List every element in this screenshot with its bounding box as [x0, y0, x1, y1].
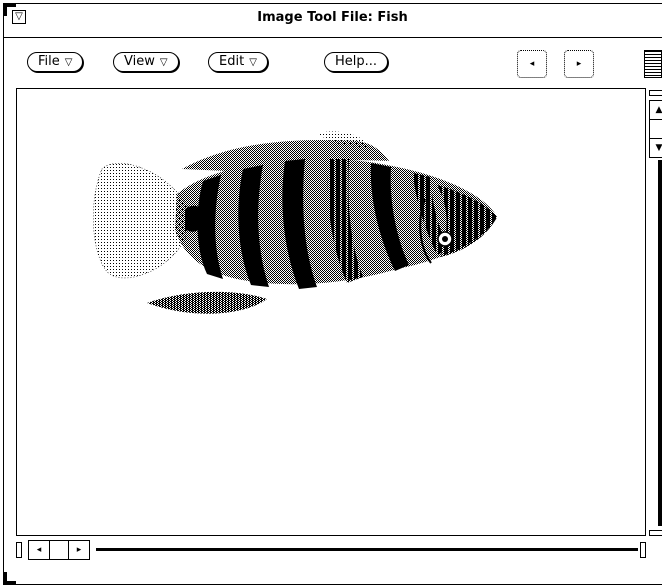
right-arrow-icon: ▸: [576, 59, 582, 69]
window-title: Image Tool File: Fish: [257, 10, 408, 25]
window-corner-bottom-left[interactable]: [4, 572, 16, 584]
previous-page-button[interactable]: ◂: [517, 50, 547, 78]
left-arrow-icon: ◂: [529, 59, 535, 69]
scrollbar-bottom-cable-anchor[interactable]: [649, 530, 662, 536]
scrollbar-right-cable-anchor[interactable]: [640, 542, 646, 558]
menu-triangle-icon: ▽: [159, 57, 168, 68]
vertical-scroll-elevator[interactable]: ▲ ▼: [649, 100, 662, 158]
view-menu-button[interactable]: View ▽: [113, 52, 179, 72]
vertical-scroll-cable[interactable]: [658, 160, 662, 526]
help-label: Help...: [335, 54, 378, 69]
image-tool-window: ▽ Image Tool File: Fish File ▽ View ▽ Edit…: [3, 3, 662, 585]
pane-resize-icon[interactable]: [644, 50, 662, 78]
menu-triangle-icon: ▽: [249, 57, 257, 68]
fish-image: [92, 131, 497, 314]
next-page-button[interactable]: ▸: [564, 50, 594, 78]
scroll-up-icon[interactable]: ▲: [650, 101, 662, 119]
help-button[interactable]: Help...: [324, 52, 389, 72]
edit-menu-button[interactable]: Edit ▽: [208, 52, 268, 72]
vertical-scrollbar[interactable]: ▲ ▼: [649, 90, 662, 536]
title-divider: [4, 37, 662, 38]
image-canvas[interactable]: [16, 88, 646, 536]
edit-menu-label: Edit: [219, 54, 245, 69]
scroll-left-icon[interactable]: ◂: [29, 541, 49, 559]
vertical-drag-area[interactable]: [650, 119, 662, 139]
file-menu-label: File: [38, 54, 60, 69]
scroll-right-icon[interactable]: ▸: [69, 541, 89, 559]
file-menu-button[interactable]: File ▽: [27, 52, 84, 72]
scrollbar-top-cable-anchor[interactable]: [649, 90, 662, 96]
menu-triangle-icon: ▽: [64, 57, 73, 68]
scroll-down-icon[interactable]: ▼: [650, 139, 662, 157]
view-menu-label: View: [124, 54, 155, 69]
title-bar[interactable]: ▽ Image Tool File: Fish: [4, 4, 662, 36]
horizontal-drag-area[interactable]: [49, 541, 69, 559]
horizontal-scroll-cable[interactable]: [96, 548, 638, 551]
horizontal-scrollbar[interactable]: ◂ ▸: [16, 540, 646, 560]
horizontal-scroll-elevator[interactable]: ◂ ▸: [28, 540, 90, 560]
scrollbar-left-cable-anchor[interactable]: [16, 542, 22, 558]
